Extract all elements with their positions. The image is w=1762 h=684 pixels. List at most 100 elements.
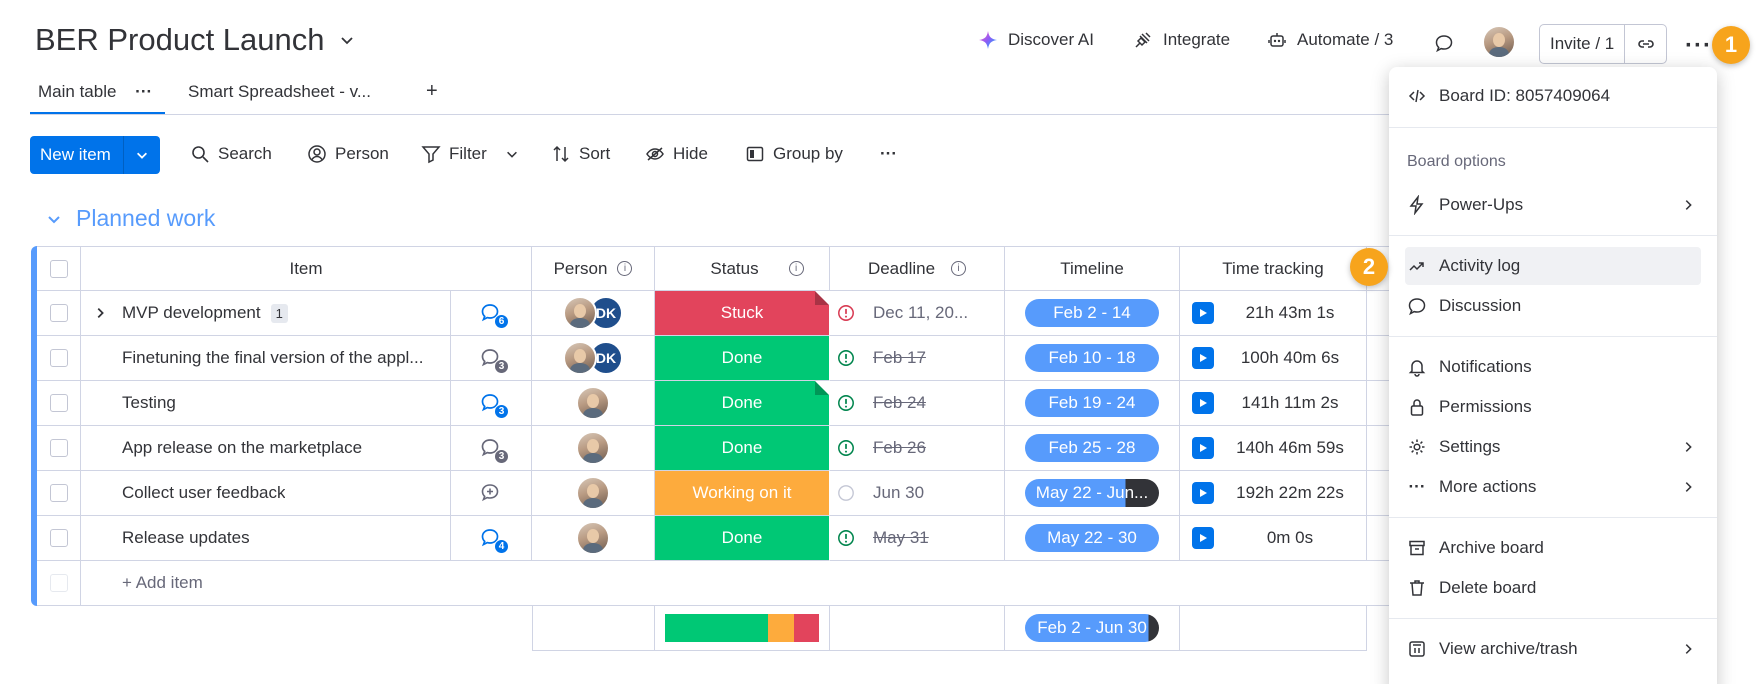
table-row[interactable]: App release on the marketplace: [81, 426, 451, 471]
row-checkbox-cell[interactable]: [37, 291, 81, 336]
timeline-cell[interactable]: May 22 - Jun...: [1005, 471, 1180, 516]
filter-button[interactable]: Filter: [421, 144, 519, 164]
time-tracking-cell[interactable]: 141h 11m 2s: [1180, 381, 1367, 426]
tab-main-table[interactable]: Main table ···: [38, 82, 152, 102]
row-checkbox[interactable]: [49, 394, 68, 412]
summary-status[interactable]: [655, 606, 830, 651]
updates-icon[interactable]: 3: [479, 437, 509, 464]
item-name[interactable]: Testing: [122, 393, 176, 413]
column-header-status[interactable]: Status i: [655, 246, 830, 291]
group-by-button[interactable]: Group by: [745, 144, 843, 164]
item-name[interactable]: Finetuning the final version of the appl…: [122, 348, 423, 368]
chevron-down-icon[interactable]: [505, 147, 519, 161]
column-header-person[interactable]: Person i: [532, 246, 655, 291]
group-title[interactable]: Planned work: [76, 205, 215, 232]
sort-button[interactable]: Sort: [551, 144, 610, 164]
menu-item-board-id[interactable]: Board ID: 8057409064: [1405, 77, 1701, 115]
time-tracking-cell[interactable]: 100h 40m 6s: [1180, 336, 1367, 381]
avatar[interactable]: [576, 476, 610, 510]
row-checkbox[interactable]: [49, 439, 68, 457]
deadline-cell[interactable]: May 31: [830, 516, 1005, 561]
status-cell[interactable]: Stuck: [655, 291, 830, 336]
row-checkbox-cell[interactable]: [37, 381, 81, 426]
integrate-button[interactable]: Integrate: [1133, 30, 1230, 50]
play-icon[interactable]: [1192, 392, 1214, 414]
status-distribution-bar[interactable]: [665, 614, 819, 642]
menu-item-more-actions[interactable]: ··· More actions: [1405, 468, 1701, 506]
deadline-cell[interactable]: Jun 30: [830, 471, 1005, 516]
item-name[interactable]: MVP development: [122, 303, 261, 323]
item-name[interactable]: Collect user feedback: [122, 483, 285, 503]
new-item-dropdown[interactable]: [124, 148, 160, 162]
person-cell[interactable]: DK: [532, 291, 655, 336]
status-distribution-segment[interactable]: [794, 614, 819, 642]
select-all-checkbox[interactable]: [49, 259, 68, 278]
user-avatar[interactable]: [1482, 25, 1516, 64]
table-row[interactable]: Release updates: [81, 516, 451, 561]
menu-item-view-archive[interactable]: View archive/trash: [1405, 630, 1701, 668]
updates-icon[interactable]: 6: [479, 302, 509, 329]
subitems-count-badge[interactable]: 1: [270, 303, 288, 323]
copy-link-button[interactable]: [1625, 34, 1666, 54]
row-checkbox-cell[interactable]: [37, 471, 81, 516]
new-item-button[interactable]: New item: [30, 136, 160, 174]
add-tab-button[interactable]: +: [426, 80, 438, 103]
summary-timeline[interactable]: Feb 2 - Jun 30: [1005, 606, 1180, 651]
avatar[interactable]: [563, 296, 597, 330]
automate-button[interactable]: Automate / 3: [1267, 30, 1393, 50]
toolbar-more-button[interactable]: ···: [880, 144, 897, 164]
avatar[interactable]: [576, 521, 610, 555]
timeline-cell[interactable]: Feb 10 - 18: [1005, 336, 1180, 381]
deadline-cell[interactable]: Feb 26: [830, 426, 1005, 471]
avatar[interactable]: [563, 341, 597, 375]
person-cell[interactable]: [532, 381, 655, 426]
table-row[interactable]: MVP development 1: [81, 291, 451, 336]
row-checkbox-cell[interactable]: [37, 516, 81, 561]
timeline-cell[interactable]: Feb 2 - 14: [1005, 291, 1180, 336]
updates-cell[interactable]: [451, 471, 532, 516]
add-update-icon[interactable]: [479, 482, 503, 504]
updates-cell[interactable]: 3: [451, 381, 532, 426]
status-cell[interactable]: Done: [655, 426, 830, 471]
info-icon[interactable]: i: [617, 261, 633, 276]
status-distribution-segment[interactable]: [768, 614, 795, 642]
timeline-cell[interactable]: Feb 25 - 28: [1005, 426, 1180, 471]
hide-button[interactable]: Hide: [645, 144, 708, 164]
board-more-button[interactable]: ···: [1685, 32, 1712, 60]
menu-item-delete-board[interactable]: Delete board: [1405, 569, 1701, 607]
add-item-row[interactable]: + Add item: [81, 561, 1391, 606]
item-name[interactable]: Release updates: [122, 528, 250, 548]
menu-item-permissions[interactable]: Permissions: [1405, 388, 1701, 426]
row-checkbox[interactable]: [49, 304, 68, 322]
updates-cell[interactable]: 3: [451, 426, 532, 471]
table-row[interactable]: Collect user feedback: [81, 471, 451, 516]
column-header-time-tracking[interactable]: Time tracking: [1180, 246, 1367, 291]
expand-subitems-icon[interactable]: [93, 306, 107, 320]
status-distribution-segment[interactable]: [665, 614, 769, 642]
play-icon[interactable]: [1192, 437, 1214, 459]
discover-ai-button[interactable]: Discover AI: [978, 30, 1094, 50]
board-title[interactable]: BER Product Launch: [35, 22, 355, 58]
deadline-cell[interactable]: Feb 24: [830, 381, 1005, 426]
updates-cell[interactable]: 3: [451, 336, 532, 381]
column-header-timeline[interactable]: Timeline: [1005, 246, 1180, 291]
status-cell[interactable]: Done: [655, 336, 830, 381]
tab-more-icon[interactable]: ···: [135, 82, 152, 101]
add-item-input[interactable]: + Add item: [122, 573, 203, 593]
status-cell[interactable]: Done: [655, 381, 830, 426]
time-tracking-cell[interactable]: 0m 0s: [1180, 516, 1367, 561]
updates-cell[interactable]: 6: [451, 291, 532, 336]
row-checkbox-cell[interactable]: [37, 426, 81, 471]
menu-item-archive-board[interactable]: Archive board: [1405, 529, 1701, 567]
row-checkbox[interactable]: [49, 529, 68, 547]
menu-item-activity-log[interactable]: Activity log: [1405, 247, 1701, 285]
updates-cell[interactable]: 4: [451, 516, 532, 561]
row-checkbox[interactable]: [49, 349, 68, 367]
play-icon[interactable]: [1192, 347, 1214, 369]
menu-item-settings[interactable]: Settings: [1405, 428, 1701, 466]
avatar[interactable]: [576, 431, 610, 465]
updates-icon[interactable]: 3: [479, 392, 509, 419]
row-checkbox-cell[interactable]: [37, 336, 81, 381]
menu-item-discussion[interactable]: Discussion: [1405, 287, 1701, 325]
select-all-cell[interactable]: [37, 246, 81, 291]
